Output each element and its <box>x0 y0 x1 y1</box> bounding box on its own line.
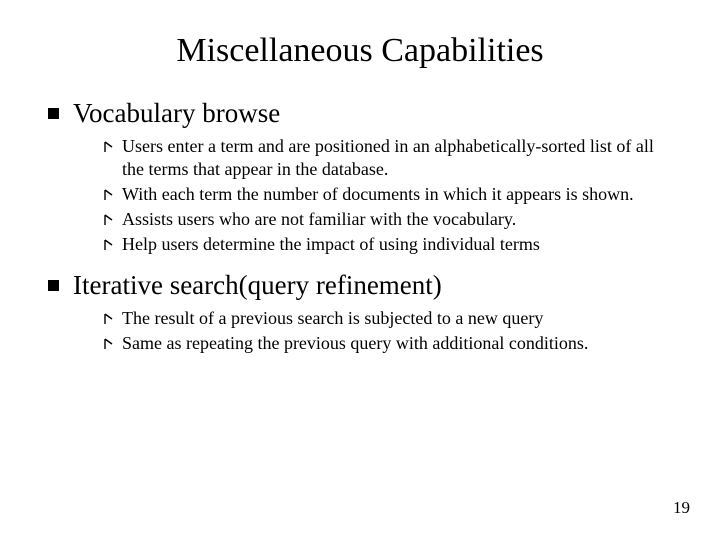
arrow-bullet-icon <box>102 233 116 254</box>
list-item-text: Help users determine the impact of using… <box>122 233 540 256</box>
section-header: Vocabulary browse <box>48 98 672 129</box>
section-header: Iterative search(query refinement) <box>48 270 672 301</box>
section-iterative-search: Iterative search(query refinement) The r… <box>48 270 672 355</box>
arrow-bullet-icon <box>102 307 116 328</box>
list-item-text: Same as repeating the previous query wit… <box>122 332 588 355</box>
list-item-text: Assists users who are not familiar with … <box>122 208 516 231</box>
list-item: Help users determine the impact of using… <box>102 233 672 256</box>
slide-title: Miscellaneous Capabilities <box>48 32 672 70</box>
section-vocabulary-browse: Vocabulary browse Users enter a term and… <box>48 98 672 256</box>
arrow-bullet-icon <box>102 208 116 229</box>
arrow-bullet-icon <box>102 183 116 204</box>
arrow-bullet-icon <box>102 332 116 353</box>
sub-item-list: The result of a previous search is subje… <box>48 307 672 355</box>
square-bullet-icon <box>48 280 59 291</box>
page-number: 19 <box>673 498 690 518</box>
section-title: Vocabulary browse <box>73 98 280 129</box>
list-item-text: Users enter a term and are positioned in… <box>122 135 672 181</box>
section-title: Iterative search(query refinement) <box>73 270 442 301</box>
list-item-text: The result of a previous search is subje… <box>122 307 543 330</box>
slide: Miscellaneous Capabilities Vocabulary br… <box>0 0 720 540</box>
list-item: Users enter a term and are positioned in… <box>102 135 672 181</box>
square-bullet-icon <box>48 108 59 119</box>
arrow-bullet-icon <box>102 135 116 156</box>
list-item: The result of a previous search is subje… <box>102 307 672 330</box>
list-item-text: With each term the number of documents i… <box>122 183 634 206</box>
sub-item-list: Users enter a term and are positioned in… <box>48 135 672 256</box>
list-item: With each term the number of documents i… <box>102 183 672 206</box>
list-item: Same as repeating the previous query wit… <box>102 332 672 355</box>
list-item: Assists users who are not familiar with … <box>102 208 672 231</box>
